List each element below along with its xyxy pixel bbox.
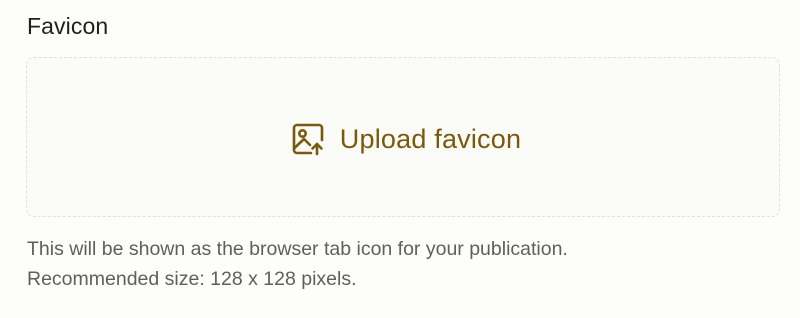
help-text-line-2: Recommended size: 128 x 128 pixels. <box>27 268 357 290</box>
favicon-field-label: Favicon <box>27 13 109 39</box>
favicon-field: Favicon Upload favicon This will be show… <box>0 0 800 318</box>
upload-favicon-label: Upload favicon <box>339 124 522 154</box>
favicon-help-text: This will be shown as the browser tab ic… <box>27 234 777 294</box>
upload-favicon-button[interactable]: Upload favicon <box>291 122 521 156</box>
upload-favicon-dropzone[interactable]: Upload favicon <box>26 57 780 217</box>
help-text-line-1: This will be shown as the browser tab ic… <box>27 238 568 260</box>
image-upload-icon <box>291 122 325 156</box>
